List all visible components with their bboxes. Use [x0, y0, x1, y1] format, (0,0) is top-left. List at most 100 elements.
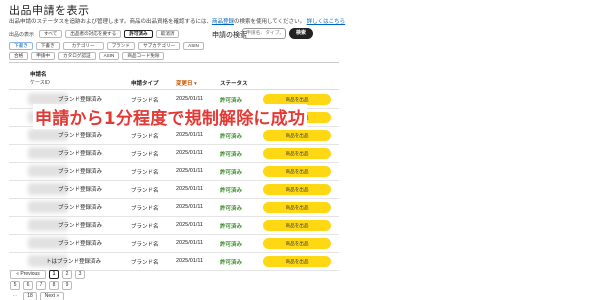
table-row: ブランド登録済み ブランド名 2025/01/11 許可済み 商品を出品 — [0, 235, 345, 253]
request-type: ブランド名 — [131, 224, 159, 230]
status-text: 許可済み — [220, 98, 243, 104]
page-3-button[interactable]: 3 — [75, 270, 85, 279]
pagination-ellipsis: ... — [10, 292, 20, 300]
request-type: ブランド名 — [131, 260, 159, 266]
next-page-button[interactable]: Next » — [40, 292, 64, 300]
request-type: ブランド名 — [131, 170, 159, 176]
column-header-name[interactable]: 申請名 — [30, 70, 47, 78]
list-product-button[interactable]: 商品を出品 — [263, 130, 331, 141]
request-type: ブランド名 — [131, 98, 159, 104]
filter-chip-approved[interactable]: 許可済み — [124, 30, 153, 38]
page-2-button[interactable]: 2 — [62, 270, 72, 279]
status-text: 許可済み — [220, 152, 243, 158]
table-row: ブランド登録済み ブランド名 2025/01/11 許可済み 商品を出品 — [0, 181, 345, 199]
pagination: « Previous 1 2 3 5 6 7 8 9 ... 18 Next » — [10, 270, 130, 300]
status-text: 許可済み — [220, 134, 243, 140]
status-text: 許可済み — [220, 260, 243, 266]
request-type: ブランド名 — [131, 188, 159, 194]
column-header-status[interactable]: ステータス — [220, 79, 248, 87]
description-text: 出品申請のステータスを追跡および管理します。商品の出品資格を確認するには、 — [9, 19, 212, 25]
page-1-button[interactable]: 1 — [49, 270, 59, 279]
product-registration-link[interactable]: 商品登録 — [212, 19, 234, 25]
request-type: ブランド名 — [131, 242, 159, 248]
modified-date: 2025/01/11 — [176, 222, 204, 228]
filter-chip-pending[interactable]: 申請中 — [31, 52, 55, 60]
filter-chip-catalog-auth[interactable]: カタログ認証 — [58, 52, 96, 60]
status-text: 許可済み — [220, 206, 243, 212]
filter-row-review: 合格 申請中 カタログ認証 ASIN 商品コード免除 — [9, 52, 165, 60]
list-product-button[interactable]: 商品を出品 — [263, 166, 331, 177]
filter-chip-gtin-exempt[interactable]: 商品コード免除 — [122, 52, 165, 60]
filter-chip-revoked[interactable]: 取消済 — [155, 30, 180, 38]
request-name: トはブランド登録済み — [46, 259, 102, 265]
filter-chip-passed[interactable]: 合格 — [9, 52, 29, 60]
request-name: ブランド登録済み — [58, 187, 103, 193]
page-8-button[interactable]: 8 — [49, 281, 59, 290]
list-product-button[interactable]: 商品を出品 — [263, 238, 331, 249]
table-row: ブランド登録済み ブランド名 2025/01/11 許可済み 商品を出品 — [0, 163, 345, 181]
page-description: 出品申請のステータスを追跡および管理します。商品の出品資格を確認するには、商品登… — [9, 17, 345, 25]
filter-chip-all[interactable]: すべて — [39, 30, 63, 38]
page-5-button[interactable]: 5 — [10, 281, 20, 290]
page-7-button[interactable]: 7 — [36, 281, 46, 290]
sort-down-icon: ▾ — [194, 81, 197, 87]
list-product-button[interactable]: 商品を出品 — [263, 220, 331, 231]
request-name: ブランド登録済み — [58, 205, 103, 211]
previous-page-button[interactable]: « Previous — [10, 270, 46, 279]
request-name: ブランド登録済み — [58, 151, 103, 157]
divider — [9, 62, 339, 63]
table-row: ブランド登録済み ブランド名 2025/01/11 許可済み 商品を出品 — [0, 127, 345, 145]
status-text: 許可済み — [220, 242, 243, 248]
page-6-button[interactable]: 6 — [23, 281, 33, 290]
modified-date: 2025/01/11 — [176, 132, 204, 138]
table-row: ブランド登録済み ブランド名 2025/01/11 許可済み 商品を出品 — [0, 217, 345, 235]
modified-date: 2025/01/11 — [176, 240, 204, 246]
overlay-caption: 申請から1分程度で規制解除に成功 — [33, 104, 308, 129]
modified-date: 2025/01/11 — [176, 258, 204, 264]
request-type: ブランド名 — [131, 152, 159, 158]
filter-chip-action-required[interactable]: 出品者の対応を要する — [65, 30, 122, 38]
learn-more-link[interactable]: 詳しくはこちら — [307, 19, 346, 25]
column-header-date[interactable]: 変更日 ▾ — [176, 79, 197, 87]
modified-date: 2025/01/11 — [176, 186, 204, 192]
page-18-button[interactable]: 18 — [23, 292, 37, 300]
request-name: ブランド登録済み — [58, 133, 103, 139]
status-text: 許可済み — [220, 170, 243, 176]
filter-chip-brand[interactable]: ブランド — [106, 42, 135, 50]
description-tail: の検索を使用してください。 — [233, 19, 306, 25]
filter-chip-category[interactable]: カテゴリー — [62, 42, 104, 50]
page-9-button[interactable]: 9 — [62, 281, 72, 290]
search-input[interactable]: 申請名、タイプ、 — [242, 28, 286, 39]
page-title: 出品申請を表示 — [9, 5, 90, 17]
table-header: 申請名 ケースID 申請タイプ 変更日 ▾ ステータス — [0, 68, 345, 88]
list-product-button[interactable]: 商品を出品 — [263, 202, 331, 213]
status-text: 許可済み — [220, 188, 243, 194]
modified-date: 2025/01/11 — [176, 168, 204, 174]
filter-chip-asin-2[interactable]: ASIN — [98, 52, 120, 60]
modified-date: 2025/01/11 — [176, 150, 204, 156]
filter-chip-draft[interactable]: 下書き — [9, 42, 33, 50]
column-header-type[interactable]: 申請タイプ — [131, 79, 159, 87]
column-header-date-label: 変更日 — [176, 81, 193, 87]
search-button[interactable]: 検索 — [289, 28, 313, 39]
filter-label: 出品の表示 — [9, 31, 35, 38]
modified-date: 2025/01/11 — [176, 96, 204, 102]
filter-chip-subcategory[interactable]: サブカテゴリー — [137, 42, 181, 50]
filter-chip-draft-2[interactable]: 下書き — [35, 42, 60, 50]
request-name: ブランド登録済み — [58, 241, 103, 247]
list-product-button[interactable]: 商品を出品 — [263, 148, 331, 159]
table-row: ブランド登録済み ブランド名 2025/01/11 許可済み 商品を出品 — [0, 199, 345, 217]
list-product-button[interactable]: 商品を出品 — [263, 256, 331, 267]
status-text: 許可済み — [220, 224, 243, 230]
column-header-case-id: ケースID — [30, 80, 50, 86]
list-product-button[interactable]: 商品を出品 — [263, 184, 331, 195]
filter-row-status: 出品の表示 すべて 出品者の対応を要する 許可済み 取消済 — [9, 30, 180, 38]
filter-chip-asin[interactable]: ASIN — [183, 42, 204, 50]
request-name: ブランド登録済み — [58, 97, 103, 103]
table-row: ブランド登録済み ブランド名 2025/01/11 許可済み 商品を出品 — [0, 145, 345, 163]
request-name: ブランド登録済み — [58, 169, 103, 175]
modified-date: 2025/01/11 — [176, 204, 204, 210]
request-name: ブランド登録済み — [58, 223, 103, 229]
request-type: ブランド名 — [131, 134, 159, 140]
table-row: トはブランド登録済み ブランド名 2025/01/11 許可済み 商品を出品 — [0, 253, 345, 271]
